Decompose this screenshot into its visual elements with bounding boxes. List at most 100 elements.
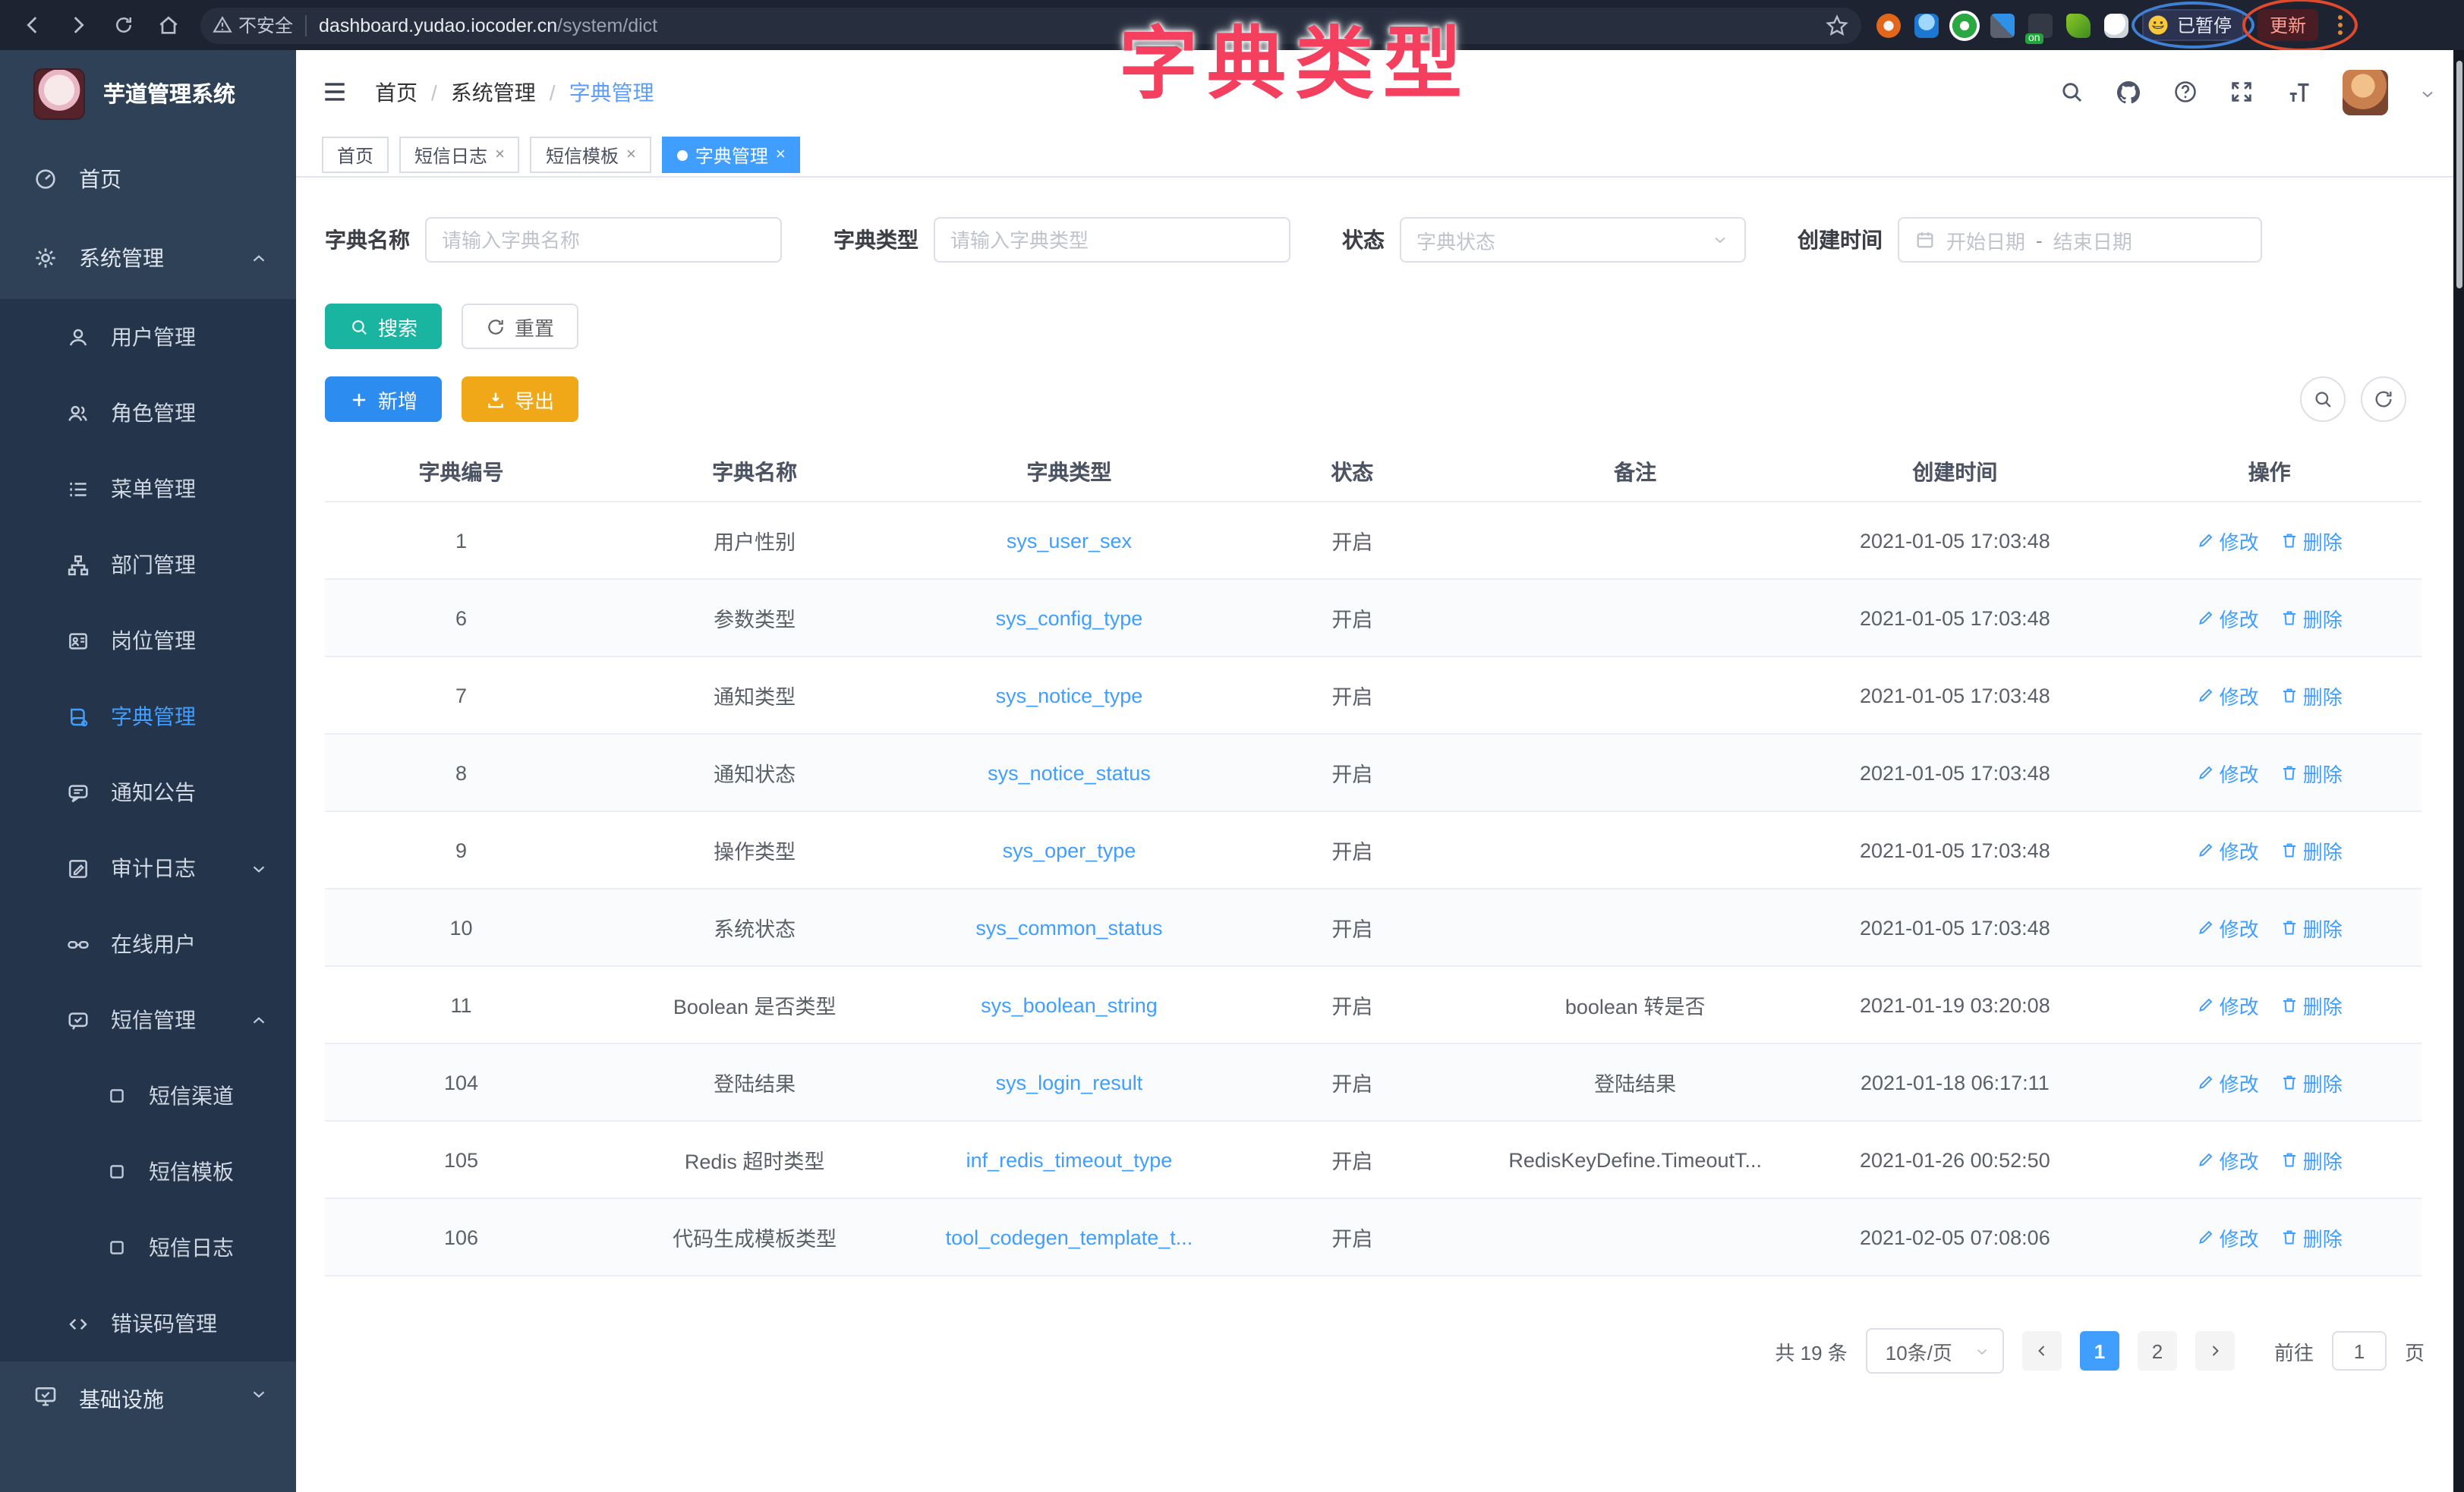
dict-type-link[interactable]: sys_common_status — [975, 916, 1162, 939]
edit-link[interactable]: 修改 — [2197, 1068, 2259, 1097]
app-logo-row[interactable]: 芋道管理系统 — [0, 50, 296, 137]
dict-name-input[interactable] — [425, 217, 782, 263]
sidebar-item-sms-management[interactable]: 短信管理 — [0, 982, 296, 1058]
tab-sms-template[interactable]: 短信模板× — [531, 137, 651, 173]
extension-icon-green-circle[interactable] — [1952, 13, 1977, 37]
browser-forward-button[interactable] — [55, 7, 100, 43]
delete-link[interactable]: 删除 — [2280, 603, 2343, 632]
breadcrumb-section[interactable]: 系统管理 — [451, 77, 536, 107]
close-icon[interactable]: × — [495, 146, 505, 164]
fullscreen-icon[interactable] — [2229, 78, 2254, 105]
scrollbar-track[interactable] — [2453, 50, 2464, 1492]
status-select[interactable]: 字典状态 — [1400, 217, 1746, 263]
sidebar-item-sms-log[interactable]: 短信日志 — [0, 1210, 296, 1286]
dict-type-link[interactable]: sys_notice_type — [996, 684, 1143, 707]
sidebar-item-infrastructure[interactable]: 基础设施 — [0, 1361, 296, 1492]
dict-type-link[interactable]: sys_boolean_string — [981, 993, 1158, 1016]
sidebar-item-user-management[interactable]: 用户管理 — [0, 299, 296, 375]
extension-icon-on-badge[interactable]: on — [2028, 13, 2053, 37]
search-button[interactable]: 搜索 — [325, 304, 442, 349]
add-button[interactable]: 新增 — [325, 376, 442, 422]
extension-icon-grid[interactable] — [1990, 13, 2015, 37]
delete-link[interactable]: 删除 — [2280, 758, 2343, 787]
edit-link[interactable]: 修改 — [2197, 526, 2259, 555]
sidebar-item-home[interactable]: 首页 — [0, 141, 296, 217]
dict-type-link[interactable]: sys_oper_type — [1003, 839, 1136, 861]
bookmark-star-icon[interactable] — [1825, 12, 1849, 39]
page-2-button[interactable]: 2 — [2138, 1331, 2177, 1371]
update-badge[interactable]: 更新 — [2258, 9, 2318, 41]
paused-extension-badge[interactable]: 已暂停 — [2142, 9, 2244, 41]
org-tree-icon — [67, 553, 90, 576]
browser-back-button[interactable] — [9, 7, 55, 43]
edit-link[interactable]: 修改 — [2197, 758, 2259, 787]
edit-link[interactable]: 修改 — [2197, 603, 2259, 632]
search-icon[interactable] — [2059, 78, 2084, 105]
toggle-search-button[interactable] — [2300, 376, 2346, 422]
goto-page-input[interactable] — [2332, 1331, 2387, 1371]
scrollbar-thumb[interactable] — [2456, 61, 2462, 288]
date-range-picker[interactable]: 开始日期 - 结束日期 — [1898, 217, 2262, 263]
edit-link[interactable]: 修改 — [2197, 681, 2259, 710]
refresh-table-button[interactable] — [2361, 376, 2406, 422]
page-1-button[interactable]: 1 — [2080, 1331, 2119, 1371]
github-icon[interactable] — [2115, 78, 2142, 106]
close-icon[interactable]: × — [626, 146, 636, 164]
delete-link[interactable]: 删除 — [2280, 836, 2343, 864]
sidebar-item-sms-template[interactable]: 短信模板 — [0, 1134, 296, 1210]
sidebar-item-role-management[interactable]: 角色管理 — [0, 375, 296, 451]
tab-sms-log[interactable]: 短信日志× — [399, 137, 520, 173]
table-tools — [2300, 376, 2406, 422]
close-icon[interactable]: × — [776, 146, 786, 164]
edit-link[interactable]: 修改 — [2197, 990, 2259, 1019]
sidebar-collapse-button[interactable] — [322, 78, 348, 105]
next-page-button[interactable] — [2195, 1331, 2235, 1371]
page-size-select[interactable]: 10条/页 — [1866, 1328, 2004, 1374]
delete-link[interactable]: 删除 — [2280, 1145, 2343, 1174]
address-bar[interactable]: 不安全 dashboard.yudao.iocoder.cn/system/di… — [200, 7, 1861, 43]
dict-type-link[interactable]: inf_redis_timeout_type — [966, 1148, 1173, 1171]
extension-icon-leaf[interactable] — [2066, 13, 2091, 37]
dict-type-input[interactable] — [934, 217, 1290, 263]
user-menu-caret-icon[interactable] — [2418, 80, 2437, 104]
dict-type-link[interactable]: sys_user_sex — [1007, 529, 1132, 552]
delete-link[interactable]: 删除 — [2280, 1223, 2343, 1251]
dict-type-link[interactable]: tool_codegen_template_t... — [946, 1226, 1193, 1248]
tab-home[interactable]: 首页 — [322, 137, 389, 173]
delete-link[interactable]: 删除 — [2280, 681, 2343, 710]
edit-link[interactable]: 修改 — [2197, 1145, 2259, 1174]
delete-link[interactable]: 删除 — [2280, 1068, 2343, 1097]
avatar[interactable] — [2343, 69, 2388, 115]
sidebar-item-system-management[interactable]: 系统管理 — [0, 217, 296, 299]
dict-type-link[interactable]: sys_notice_status — [988, 761, 1151, 784]
sidebar-item-online-users[interactable]: 在线用户 — [0, 906, 296, 982]
sidebar-item-menu-management[interactable]: 菜单管理 — [0, 451, 296, 527]
delete-link[interactable]: 删除 — [2280, 913, 2343, 942]
dict-type-link[interactable]: sys_config_type — [996, 606, 1143, 629]
sidebar-item-sms-channel[interactable]: 短信渠道 — [0, 1058, 296, 1134]
sidebar-item-notice[interactable]: 通知公告 — [0, 754, 296, 830]
edit-link[interactable]: 修改 — [2197, 913, 2259, 942]
tab-dict-management[interactable]: 字典管理× — [662, 137, 801, 173]
sidebar-item-audit-log[interactable]: 审计日志 — [0, 830, 296, 906]
font-size-icon[interactable] — [2285, 78, 2312, 106]
edit-link[interactable]: 修改 — [2197, 1223, 2259, 1251]
sidebar-item-error-code[interactable]: 错误码管理 — [0, 1286, 296, 1361]
sidebar-item-dict-management[interactable]: 字典管理 — [0, 678, 296, 754]
delete-link[interactable]: 删除 — [2280, 990, 2343, 1019]
reset-button[interactable]: 重置 — [462, 304, 578, 349]
edit-link[interactable]: 修改 — [2197, 836, 2259, 864]
breadcrumb-home[interactable]: 首页 — [375, 77, 417, 107]
sidebar-item-dept-management[interactable]: 部门管理 — [0, 527, 296, 603]
browser-reload-button[interactable] — [100, 7, 146, 43]
dict-type-link[interactable]: sys_login_result — [996, 1071, 1143, 1094]
delete-link[interactable]: 删除 — [2280, 526, 2343, 555]
help-icon[interactable] — [2173, 78, 2198, 105]
extension-icon-gem[interactable] — [1914, 13, 1939, 37]
browser-home-button[interactable] — [146, 7, 191, 43]
prev-page-button[interactable] — [2022, 1331, 2062, 1371]
extension-icon-paw[interactable] — [2104, 13, 2128, 37]
export-button[interactable]: 导出 — [462, 376, 578, 422]
sidebar-item-post-management[interactable]: 岗位管理 — [0, 603, 296, 678]
extension-icon-orange[interactable] — [1876, 13, 1901, 37]
